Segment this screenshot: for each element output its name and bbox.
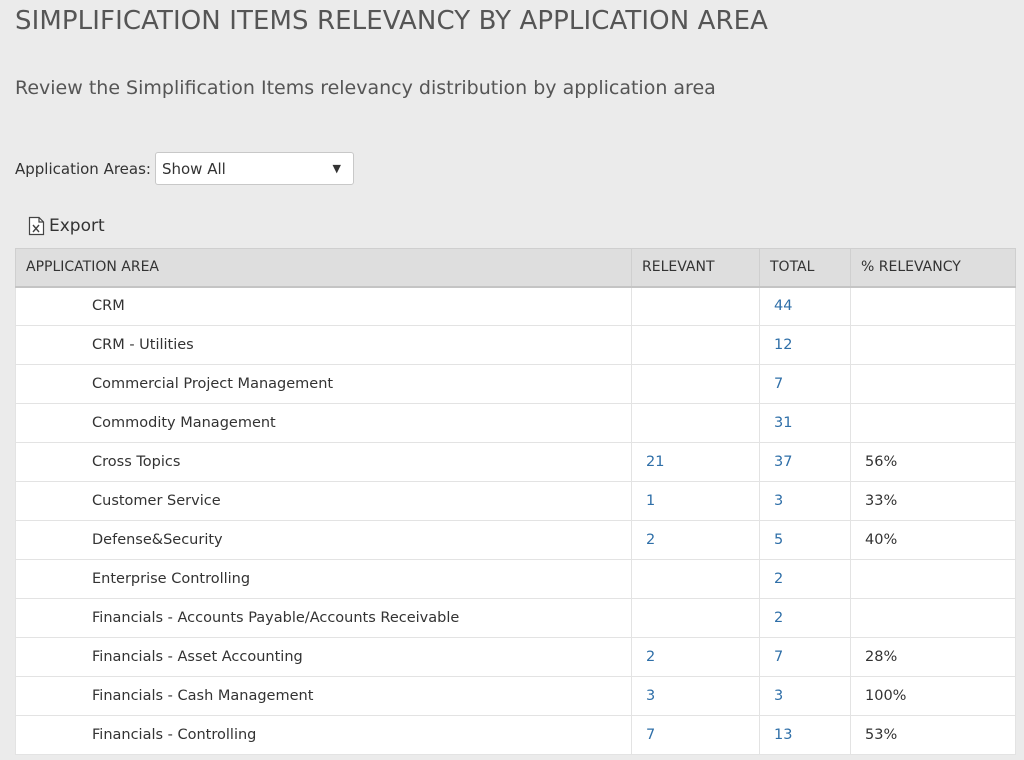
pct-relevancy-cell	[850, 598, 1016, 638]
table-row: Financials - Controlling 7 13 53%	[15, 715, 1016, 755]
table-row: CRM - Utilities 12	[15, 325, 1016, 365]
application-area-filter: Application Areas: Show All ▼	[15, 151, 354, 186]
application-area-cell: Enterprise Controlling	[15, 559, 632, 599]
select-value: Show All	[161, 159, 226, 178]
pct-relevancy-cell: 40%	[850, 520, 1016, 560]
application-area-cell: Commercial Project Management	[15, 364, 632, 404]
relevant-count-link[interactable]: 2	[631, 637, 760, 677]
pct-relevancy-cell	[850, 364, 1016, 404]
pct-relevancy-cell: 33%	[850, 481, 1016, 521]
total-count-link[interactable]: 7	[759, 637, 851, 677]
pct-relevancy-cell: 56%	[850, 442, 1016, 482]
relevant-count-link	[631, 286, 760, 326]
pct-relevancy-cell	[850, 559, 1016, 599]
total-count-link[interactable]: 3	[759, 481, 851, 521]
pct-relevancy-cell	[850, 403, 1016, 443]
application-area-cell: Cross Topics	[15, 442, 632, 482]
total-count-link[interactable]: 44	[759, 286, 851, 326]
table-row: Financials - Asset Accounting 2 7 28%	[15, 637, 1016, 677]
pct-relevancy-cell	[850, 325, 1016, 365]
relevant-count-link	[631, 325, 760, 365]
relevant-count-link[interactable]: 1	[631, 481, 760, 521]
table-row: Financials - Cash Management 3 3 100%	[15, 676, 1016, 716]
relevancy-table-container: APPLICATION AREA RELEVANT TOTAL % RELEVA…	[15, 248, 1016, 755]
relevancy-table: APPLICATION AREA RELEVANT TOTAL % RELEVA…	[15, 248, 1016, 755]
total-count-link[interactable]: 2	[759, 559, 851, 599]
relevant-count-link[interactable]: 7	[631, 715, 760, 755]
application-area-cell: CRM - Utilities	[15, 325, 632, 365]
table-row: Defense&Security 2 5 40%	[15, 520, 1016, 560]
application-area-cell: Customer Service	[15, 481, 632, 521]
table-row: Commodity Management 31	[15, 403, 1016, 443]
application-area-cell: Financials - Accounts Payable/Accounts R…	[15, 598, 632, 638]
table-row: Cross Topics 21 37 56%	[15, 442, 1016, 482]
table-header-row: APPLICATION AREA RELEVANT TOTAL % RELEVA…	[15, 248, 1016, 288]
total-count-link[interactable]: 12	[759, 325, 851, 365]
table-row: Enterprise Controlling 2	[15, 559, 1016, 599]
total-count-link[interactable]: 3	[759, 676, 851, 716]
application-area-cell: Financials - Controlling	[15, 715, 632, 755]
export-button[interactable]: Export	[28, 216, 105, 236]
relevant-count-link[interactable]: 2	[631, 520, 760, 560]
application-area-cell: CRM	[15, 286, 632, 326]
total-count-link[interactable]: 37	[759, 442, 851, 482]
relevant-count-link	[631, 559, 760, 599]
export-label: Export	[49, 216, 105, 236]
pct-relevancy-cell: 28%	[850, 637, 1016, 677]
table-row: CRM 44	[15, 286, 1016, 326]
triangle-down-icon: ▼	[332, 162, 341, 175]
table-row: Customer Service 1 3 33%	[15, 481, 1016, 521]
application-area-cell: Financials - Asset Accounting	[15, 637, 632, 677]
total-count-link[interactable]: 31	[759, 403, 851, 443]
column-header-application-area[interactable]: APPLICATION AREA	[15, 248, 632, 288]
table-body: CRM 44 CRM - Utilities 12 Commercial Project…	[15, 286, 1016, 755]
relevant-count-link	[631, 364, 760, 404]
application-area-select[interactable]: Show All ▼	[154, 152, 354, 185]
application-area-cell: Commodity Management	[15, 403, 632, 443]
excel-file-icon	[28, 216, 45, 236]
page-subtitle: Review the Simplification Items relevanc…	[15, 77, 716, 99]
column-header-relevant[interactable]: RELEVANT	[631, 248, 760, 288]
column-header-total[interactable]: TOTAL	[759, 248, 851, 288]
total-count-link[interactable]: 5	[759, 520, 851, 560]
application-area-cell: Financials - Cash Management	[15, 676, 632, 716]
table-row: Commercial Project Management 7	[15, 364, 1016, 404]
pct-relevancy-cell: 100%	[850, 676, 1016, 716]
total-count-link[interactable]: 7	[759, 364, 851, 404]
filter-label: Application Areas:	[15, 159, 151, 178]
relevant-count-link	[631, 403, 760, 443]
total-count-link[interactable]: 13	[759, 715, 851, 755]
column-header-pct-relevancy[interactable]: % RELEVANCY	[850, 248, 1016, 288]
total-count-link[interactable]: 2	[759, 598, 851, 638]
table-row: Financials - Accounts Payable/Accounts R…	[15, 598, 1016, 638]
relevant-count-link[interactable]: 21	[631, 442, 760, 482]
pct-relevancy-cell	[850, 286, 1016, 326]
page-title: SIMPLIFICATION ITEMS RELEVANCY BY APPLIC…	[15, 6, 769, 36]
pct-relevancy-cell: 53%	[850, 715, 1016, 755]
relevant-count-link	[631, 598, 760, 638]
application-area-cell: Defense&Security	[15, 520, 632, 560]
relevant-count-link[interactable]: 3	[631, 676, 760, 716]
